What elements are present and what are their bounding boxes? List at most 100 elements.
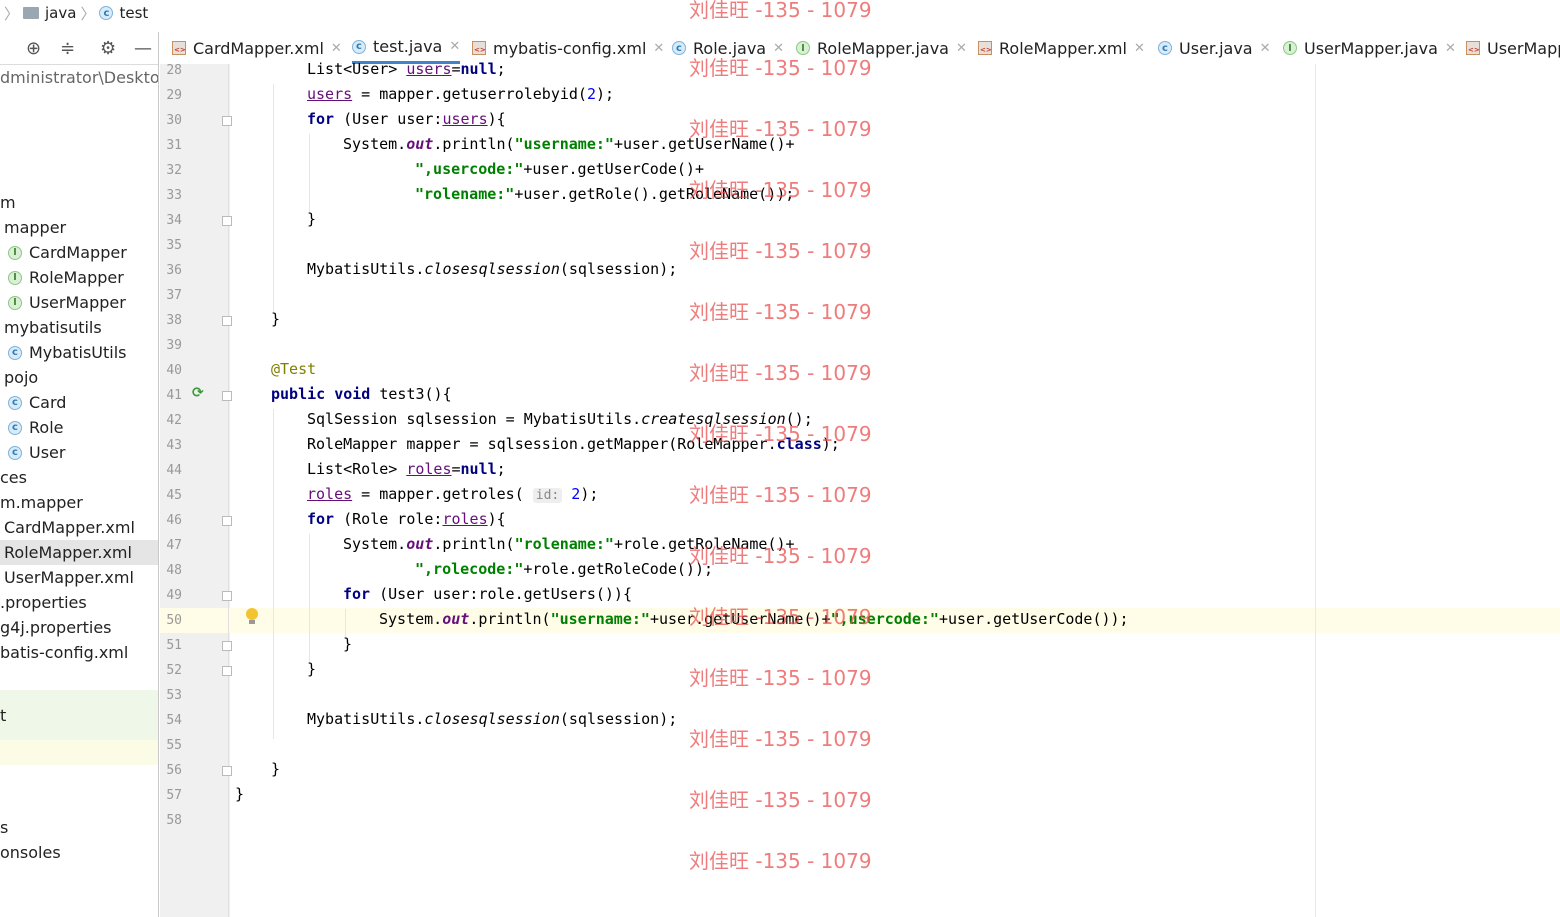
indent-guide (309, 134, 310, 214)
project-toolbar: ⊕ ≑ ⚙ — (0, 32, 158, 65)
code-line[interactable]: @Test (271, 360, 316, 378)
close-icon[interactable]: ✕ (653, 41, 664, 56)
tree-item-label: batis-config.xml (0, 643, 129, 662)
tree-item-label: CardMapper.xml (4, 518, 135, 537)
locate-icon[interactable]: ⊕ (26, 38, 41, 59)
tree-item-user[interactable]: c User (0, 440, 158, 465)
tree-item-label: m (0, 193, 16, 212)
tree-item-test[interactable]: t (0, 690, 158, 740)
tab-user-java[interactable]: c User.java ✕ (1158, 32, 1271, 64)
interface-icon: I (8, 295, 22, 310)
tree-item-usermapper[interactable]: I UserMapper (0, 290, 158, 315)
code-line[interactable]: } (235, 785, 244, 803)
tree-item-label: Role (29, 418, 64, 437)
class-icon: c (8, 445, 22, 460)
tree-item-mybatisutils[interactable]: c MybatisUtils (0, 340, 158, 365)
code-line[interactable]: List<Role> roles=null; (307, 460, 506, 478)
tree-item[interactable]: m (0, 190, 158, 215)
code-line[interactable]: MybatisUtils.closesqlsession(sqlsession)… (307, 710, 677, 728)
code-line[interactable]: } (271, 760, 280, 778)
code-line[interactable]: for (Role role:roles){ (307, 510, 506, 528)
line-number: 41 (166, 388, 182, 403)
tree-item-mapper-package[interactable]: mapper (0, 215, 158, 240)
tab-label: UserMapper.java (1304, 38, 1438, 58)
close-icon[interactable]: ✕ (1260, 41, 1271, 56)
tab-usermapper-java[interactable]: I UserMapper.java ✕ (1283, 32, 1456, 64)
tab-rolemapper-xml[interactable]: RoleMapper.xml ✕ (978, 32, 1145, 64)
close-icon[interactable]: ✕ (956, 41, 967, 56)
tree-item-label: Card (29, 393, 67, 412)
tree-item-rolemapper[interactable]: I RoleMapper (0, 265, 158, 290)
parameter-hint: id: (532, 488, 563, 503)
tree-item-cardmapper-xml[interactable]: CardMapper.xml (0, 515, 158, 540)
tree-item-label: RoleMapper (29, 268, 124, 287)
tree-item-role[interactable]: c Role (0, 415, 158, 440)
watermark: 刘佳旺 -135 - 1079 (689, 483, 872, 507)
tree-item-scratches-consoles[interactable]: onsoles (0, 840, 158, 865)
tree-item-mybatisutils-package[interactable]: mybatisutils (0, 315, 158, 340)
tree-item-mapper-dir[interactable]: m.mapper (0, 490, 158, 515)
tree-item-rolemapper-xml[interactable]: RoleMapper.xml (0, 540, 158, 565)
run-test-icon[interactable]: ⟳ (192, 386, 206, 400)
code-line[interactable]: ",rolecode:"+role.getRoleCode()); (415, 560, 713, 578)
tree-item-properties[interactable]: .properties (0, 590, 158, 615)
minimize-icon[interactable]: — (134, 38, 152, 59)
tree-item-resources[interactable]: ces (0, 465, 158, 490)
folder-icon (23, 7, 40, 19)
project-path[interactable]: dministrator\Desktop\ (0, 65, 158, 90)
line-number: 39 (166, 338, 182, 353)
close-icon[interactable]: ✕ (449, 39, 460, 54)
code-line[interactable]: } (307, 210, 316, 228)
tree-item-mybatis-config[interactable]: batis-config.xml (0, 640, 158, 665)
close-icon[interactable]: ✕ (1445, 41, 1456, 56)
tree-item-label: mybatisutils (4, 318, 102, 337)
code-line[interactable]: ",usercode:"+user.getUserCode()+ (415, 160, 704, 178)
chevron-right-icon: 〉 (80, 4, 96, 23)
close-icon[interactable]: ✕ (1134, 41, 1145, 56)
fold-marker[interactable] (222, 316, 232, 326)
fold-marker[interactable] (222, 516, 232, 526)
code-line[interactable]: roles = mapper.getroles( id: 2); (307, 485, 598, 503)
watermark: 刘佳旺 -135 - 1079 (689, 666, 872, 690)
code-line[interactable]: public void test3(){ (271, 385, 452, 403)
tab-usermapper-xml[interactable]: UserMapp (1466, 32, 1560, 64)
tree-item-libraries[interactable]: s (0, 815, 158, 840)
lightbulb-icon[interactable] (246, 608, 258, 626)
fold-marker[interactable] (222, 391, 232, 401)
code-line[interactable]: for (User user:role.getUsers()){ (343, 585, 632, 603)
code-line[interactable]: List<User> users=null; (307, 60, 506, 78)
collapse-all-icon[interactable]: ≑ (60, 38, 75, 59)
line-number: 44 (166, 463, 182, 478)
tree-item-highlight[interactable] (0, 740, 158, 765)
fold-marker[interactable] (222, 116, 232, 126)
tab-label: mybatis-config.xml (493, 38, 647, 58)
fold-marker[interactable] (222, 641, 232, 651)
code-line[interactable]: } (307, 660, 316, 678)
breadcrumb-file[interactable]: test (119, 4, 148, 22)
fold-marker[interactable] (222, 591, 232, 601)
close-icon[interactable]: ✕ (331, 41, 342, 56)
watermark: 刘佳旺 -135 - 1079 (689, 544, 872, 568)
tree-item-log4j-properties[interactable]: g4j.properties (0, 615, 158, 640)
code-line[interactable]: MybatisUtils.closesqlsession(sqlsession)… (307, 260, 677, 278)
tree-item-usermapper-xml[interactable]: UserMapper.xml (0, 565, 158, 590)
line-number: 32 (166, 163, 182, 178)
code-line[interactable]: for (User user:users){ (307, 110, 506, 128)
gear-icon[interactable]: ⚙ (100, 38, 116, 59)
code-line[interactable]: users = mapper.getuserrolebyid(2); (307, 85, 614, 103)
tree-item-label: mapper (4, 218, 67, 237)
line-number: 47 (166, 538, 182, 553)
tree-item-pojo-package[interactable]: pojo (0, 365, 158, 390)
line-number: 37 (166, 288, 182, 303)
interface-icon: I (1283, 41, 1297, 55)
fold-marker[interactable] (222, 766, 232, 776)
tree-item-cardmapper[interactable]: I CardMapper (0, 240, 158, 265)
code-line[interactable]: } (271, 310, 280, 328)
line-number: 43 (166, 438, 182, 453)
breadcrumb-folder[interactable]: java (45, 4, 76, 22)
line-number: 54 (166, 713, 182, 728)
code-line[interactable]: } (343, 635, 352, 653)
tree-item-card[interactable]: c Card (0, 390, 158, 415)
fold-marker[interactable] (222, 666, 232, 676)
fold-marker[interactable] (222, 216, 232, 226)
